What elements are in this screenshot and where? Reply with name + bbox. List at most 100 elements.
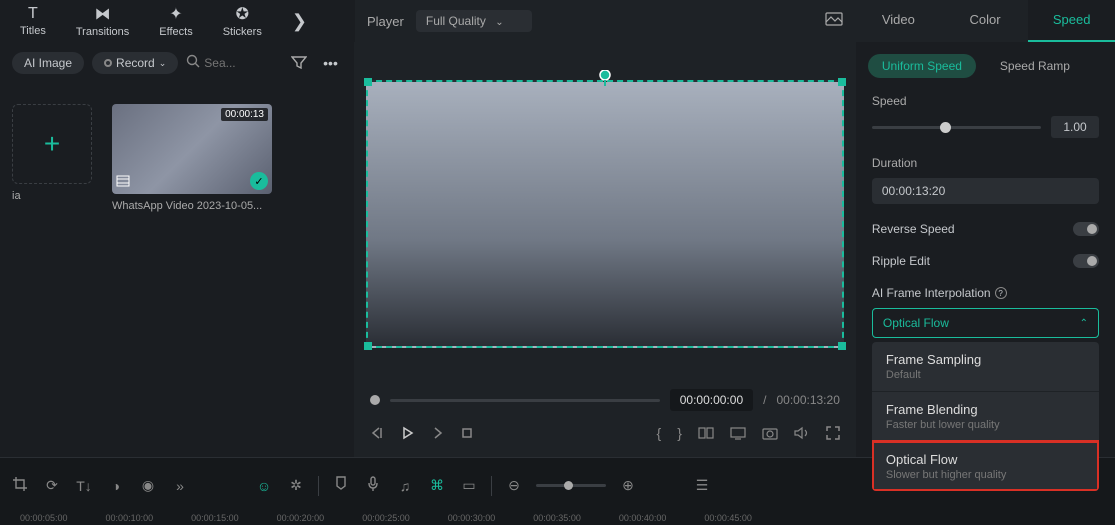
crop-icon[interactable] — [10, 476, 30, 495]
prev-frame-button[interactable] — [370, 426, 384, 440]
record-icon — [104, 59, 112, 67]
ruler-tick: 00:00:30:00 — [448, 513, 496, 523]
compare-icon[interactable] — [698, 426, 714, 440]
ruler-tick: 00:00:10:00 — [106, 513, 154, 523]
option-sub: Faster but lower quality — [886, 419, 1085, 431]
resize-handle-tl[interactable] — [364, 78, 372, 86]
mark-out-button[interactable]: } — [677, 425, 682, 441]
reverse-speed-toggle[interactable] — [1073, 222, 1099, 236]
search-wrap — [186, 54, 279, 73]
stop-button[interactable] — [460, 426, 474, 440]
audio-icon[interactable]: ♫ — [395, 478, 415, 494]
interpolation-dropdown[interactable]: Optical Flow ⌃ — [872, 308, 1099, 338]
quality-select[interactable]: Full Quality ⌄ — [416, 10, 532, 32]
text-icon[interactable]: T↓ — [74, 478, 94, 494]
ruler-tick: 00:00:25:00 — [362, 513, 410, 523]
interpolation-label-row: AI Frame Interpolation ? — [872, 286, 1099, 300]
option-sub: Default — [886, 369, 1085, 381]
play-button[interactable] — [400, 426, 414, 440]
fullscreen-icon[interactable] — [826, 426, 840, 440]
transport-bar: 00:00:00:00 / 00:00:13:20 — [366, 379, 844, 419]
zoom-in-icon[interactable]: ⊕ — [618, 477, 638, 494]
resize-handle-bl[interactable] — [364, 342, 372, 350]
toolbar-more-icon[interactable]: ❯ — [292, 11, 307, 32]
info-icon[interactable]: ? — [995, 287, 1007, 299]
total-time: 00:00:13:20 — [776, 393, 839, 407]
record-button[interactable]: Record ⌄ — [92, 52, 178, 74]
search-input[interactable] — [204, 56, 244, 70]
tab-video[interactable]: Video — [855, 0, 942, 42]
search-icon[interactable] — [186, 54, 200, 73]
color-wheel-icon[interactable]: ◑ — [106, 478, 126, 494]
tab-speed[interactable]: Speed — [1028, 0, 1115, 42]
snapshot-icon[interactable] — [825, 12, 843, 31]
media-thumbnail[interactable]: 00:00:13 ✓ — [112, 104, 272, 194]
ai-icon[interactable]: ☺ — [254, 478, 274, 494]
marker-icon[interactable] — [331, 476, 351, 495]
scrub-track[interactable] — [390, 399, 660, 402]
playhead-marker[interactable] — [599, 70, 611, 86]
speed-panel: Uniform Speed Speed Ramp Speed 1.00 Dura… — [856, 42, 1115, 457]
speed-slider-thumb[interactable] — [940, 122, 951, 133]
timeline-ruler[interactable]: 00:00:05:00 00:00:10:00 00:00:15:00 00:0… — [0, 513, 1115, 525]
zoom-thumb[interactable] — [564, 481, 573, 490]
enhance-icon[interactable]: ✲ — [286, 477, 306, 494]
option-sub: Slower but higher quality — [886, 469, 1085, 481]
preview-wrap — [366, 48, 844, 379]
zoom-out-icon[interactable]: ⊖ — [504, 477, 524, 494]
player-panel: 00:00:00:00 / 00:00:13:20 { } — [354, 42, 856, 457]
keyframe-icon[interactable]: ▭ — [459, 477, 479, 494]
magnetic-icon[interactable]: ⌘ — [427, 477, 447, 494]
chevron-down-icon: ⌄ — [495, 17, 503, 28]
clip-name: WhatsApp Video 2023-10-05... — [112, 194, 272, 218]
resize-handle-br[interactable] — [838, 342, 846, 350]
option-frame-blending[interactable]: Frame Blending Faster but lower quality — [872, 391, 1099, 441]
add-media-button[interactable]: + — [12, 104, 92, 184]
record-label: Record — [116, 56, 155, 70]
stickers-tool[interactable]: ✪ Stickers — [223, 4, 262, 38]
ruler-tick: 00:00:05:00 — [20, 513, 68, 523]
transitions-tool[interactable]: ⧓ Transitions — [76, 4, 129, 38]
ripple-edit-toggle[interactable] — [1073, 254, 1099, 268]
uniform-speed-tab[interactable]: Uniform Speed — [868, 54, 976, 78]
media-item[interactable]: 00:00:13 ✓ WhatsApp Video 2023-10-05... — [112, 104, 272, 218]
preview-canvas[interactable] — [366, 80, 844, 348]
speed-ramp-tab[interactable]: Speed Ramp — [986, 54, 1084, 78]
ruler-tick: 00:00:20:00 — [277, 513, 325, 523]
check-icon: ✓ — [250, 172, 268, 190]
right-tabs: Video Color Speed — [855, 0, 1115, 42]
scrub-handle[interactable] — [370, 395, 380, 405]
filter-icon[interactable] — [287, 55, 311, 72]
speed-value[interactable]: 1.00 — [1051, 116, 1099, 138]
mic-icon[interactable] — [363, 476, 383, 495]
option-optical-flow[interactable]: Optical Flow Slower but higher quality — [872, 441, 1099, 491]
option-frame-sampling[interactable]: Frame Sampling Default — [872, 342, 1099, 391]
speed-icon[interactable]: ⟳ — [42, 477, 62, 494]
reverse-speed-label: Reverse Speed — [872, 222, 955, 236]
mask-icon[interactable]: ◉ — [138, 477, 158, 494]
expand-icon[interactable]: » — [170, 478, 190, 494]
effects-label: Effects — [159, 26, 192, 38]
option-title: Frame Sampling — [886, 352, 1085, 367]
volume-icon[interactable] — [794, 426, 810, 440]
next-frame-button[interactable] — [430, 426, 444, 440]
resize-handle-tr[interactable] — [838, 78, 846, 86]
duration-value[interactable]: 00:00:13:20 — [872, 178, 1099, 204]
camera-icon[interactable] — [762, 426, 778, 440]
media-toolbar: AI Image Record ⌄ ••• — [12, 42, 342, 84]
player-controls: { } — [366, 419, 844, 447]
speed-slider-row: 1.00 — [872, 116, 1099, 138]
ripple-edit-label: Ripple Edit — [872, 254, 930, 268]
titles-tool[interactable]: T Titles — [20, 5, 46, 37]
effects-tool[interactable]: ✦ Effects — [159, 4, 192, 38]
zoom-slider[interactable] — [536, 484, 606, 487]
titles-icon: T — [28, 5, 38, 23]
display-icon[interactable] — [730, 426, 746, 440]
mark-in-button[interactable]: { — [657, 425, 662, 441]
ai-image-button[interactable]: AI Image — [12, 52, 84, 74]
current-time: 00:00:00:00 — [670, 389, 753, 411]
tab-color[interactable]: Color — [942, 0, 1029, 42]
speed-slider[interactable] — [872, 126, 1041, 129]
more-icon[interactable]: ••• — [319, 55, 342, 71]
track-settings-icon[interactable]: ☰ — [692, 477, 712, 494]
